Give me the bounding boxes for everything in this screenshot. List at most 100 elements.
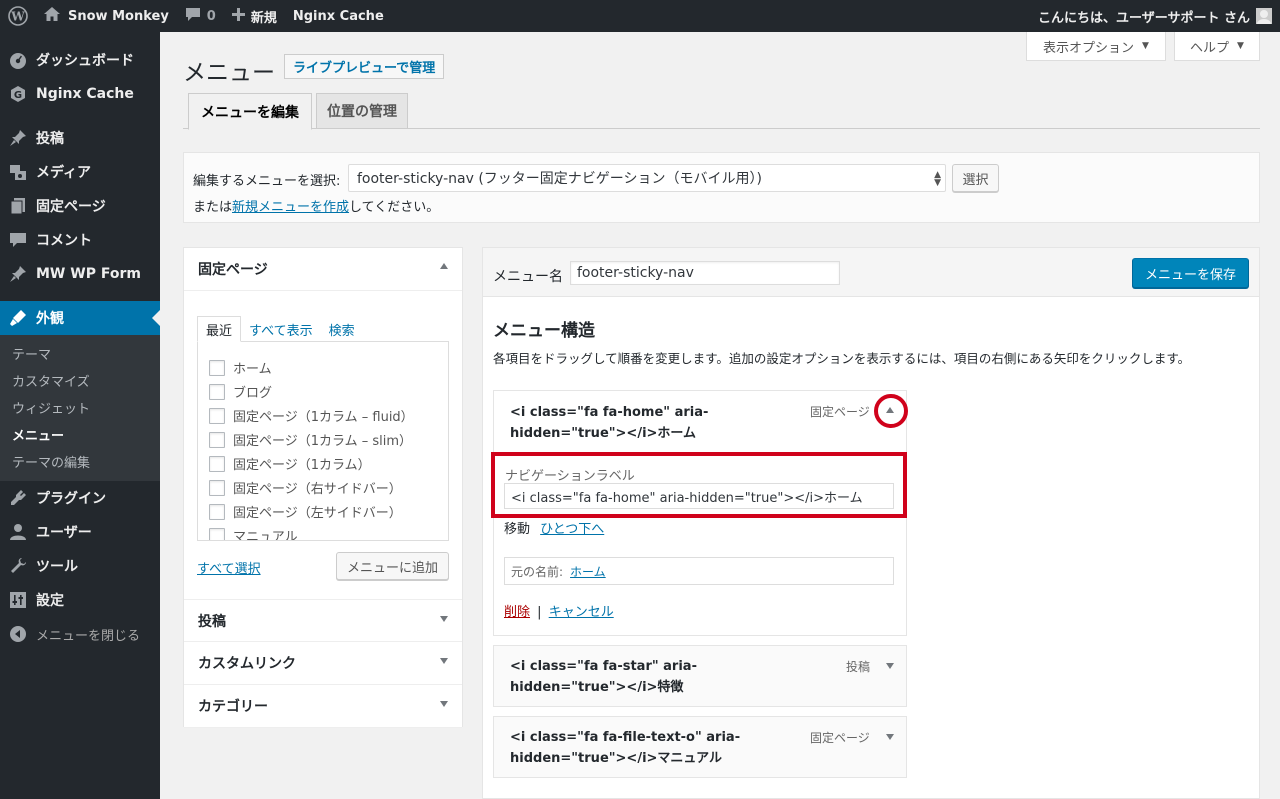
sidebar-item-label: ユーザー bbox=[36, 525, 92, 541]
sidebar-item-posts[interactable]: 投稿 bbox=[0, 121, 160, 155]
accordion-custom-links-header[interactable]: カスタムリンク bbox=[184, 642, 462, 685]
create-new-menu-link[interactable]: 新規メニューを作成 bbox=[232, 200, 349, 215]
sidebar-item-users[interactable]: ユーザー bbox=[0, 515, 160, 549]
list-item[interactable]: ブログ bbox=[209, 382, 272, 401]
page-checkbox[interactable] bbox=[209, 383, 225, 400]
submenu-item-themes[interactable]: テーマ bbox=[0, 340, 160, 367]
admin-bar: W Snow Monkey 0 新規 Nginx Cache こんにちは、ユーザ… bbox=[0, 0, 1280, 32]
dashboard-icon bbox=[8, 50, 28, 70]
list-item[interactable]: マニュアル bbox=[209, 526, 298, 540]
sidebar-item-label: 固定ページ bbox=[36, 199, 106, 215]
caret-down-icon: ▼ bbox=[1237, 41, 1244, 51]
site-name-link[interactable]: Snow Monkey bbox=[36, 0, 177, 32]
comments-link[interactable]: 0 bbox=[177, 0, 224, 32]
accordion-title: 投稿 bbox=[198, 613, 226, 630]
page-checkbox[interactable] bbox=[209, 407, 225, 424]
menu-item-title-line: hidden="true"></i>マニュアル bbox=[510, 751, 723, 766]
sidebar-item-appearance[interactable]: 外観 bbox=[0, 301, 160, 335]
add-to-menu-button[interactable]: メニューに追加 bbox=[336, 552, 449, 580]
menu-item-title-line: <i class="fa fa-star" aria- bbox=[510, 659, 697, 674]
submenu-item-menus[interactable]: メニュー bbox=[0, 421, 160, 448]
move-row: 移動 ひとつ下へ bbox=[504, 518, 604, 537]
submenu-item-theme-editor[interactable]: テーマの編集 bbox=[0, 448, 160, 475]
sidebar-item-tools[interactable]: ツール bbox=[0, 549, 160, 583]
submenu-item-widgets[interactable]: ウィジェット bbox=[0, 394, 160, 421]
sidebar-item-media[interactable]: メディア bbox=[0, 155, 160, 189]
list-item[interactable]: 固定ページ（1カラム – slim） bbox=[209, 430, 412, 449]
list-item[interactable]: 固定ページ（右サイドバー） bbox=[209, 478, 402, 497]
menu-select[interactable]: footer-sticky-nav (フッター固定ナビゲーション（モバイル用）)… bbox=[348, 164, 946, 192]
pin-icon bbox=[8, 264, 28, 284]
arrow-down-icon[interactable] bbox=[886, 663, 894, 669]
create-menu-text: または新規メニューを作成してください。 bbox=[193, 196, 439, 215]
sidebar-item-plugins[interactable]: プラグイン bbox=[0, 481, 160, 515]
new-content-link[interactable]: 新規 bbox=[224, 0, 285, 32]
create-suffix: してください。 bbox=[349, 200, 440, 215]
tab-manage-locations[interactable]: 位置の管理 bbox=[316, 93, 408, 129]
help-button[interactable]: ヘルプ ▼ bbox=[1174, 32, 1260, 61]
page-checkbox[interactable] bbox=[209, 503, 225, 520]
sidebar-item-label: 設定 bbox=[36, 593, 64, 609]
sidebar-item-nginx-cache[interactable]: G Nginx Cache bbox=[0, 77, 160, 111]
sidebar-item-mw-wp-form[interactable]: MW WP Form bbox=[0, 257, 160, 291]
page-checkbox[interactable] bbox=[209, 479, 225, 496]
tool-icon bbox=[8, 556, 28, 576]
page-icon bbox=[8, 196, 28, 216]
menu-item-features[interactable]: <i class="fa fa-star" aria- hidden="true… bbox=[493, 645, 907, 707]
comments-count: 0 bbox=[206, 8, 216, 24]
sidebar-item-settings[interactable]: 設定 bbox=[0, 583, 160, 617]
sidebar-item-dashboard[interactable]: ダッシュボード bbox=[0, 43, 160, 77]
accordion-pages-header[interactable]: 固定ページ bbox=[184, 248, 462, 291]
tab-most-recent[interactable]: 最近 bbox=[197, 316, 242, 342]
item-actions: 削除 | キャンセル bbox=[504, 601, 614, 620]
tab-search[interactable]: 検索 bbox=[321, 316, 363, 342]
cancel-link[interactable]: キャンセル bbox=[549, 605, 614, 620]
sidebar-item-pages[interactable]: 固定ページ bbox=[0, 189, 160, 223]
account-greeting[interactable]: こんにちは、ユーザーサポート さん bbox=[1038, 7, 1250, 26]
page-checkbox[interactable] bbox=[209, 455, 225, 472]
accordion-categories-header[interactable]: カテゴリー bbox=[184, 685, 462, 728]
select-button[interactable]: 選択 bbox=[952, 164, 999, 192]
sidebar-item-label: メニューを閉じる bbox=[36, 628, 141, 644]
pages-list-tabs: 最近 すべて表示 検索 bbox=[197, 316, 363, 342]
highlight-circle bbox=[874, 394, 908, 428]
comment-icon bbox=[8, 230, 28, 250]
save-menu-button[interactable]: メニューを保存 bbox=[1132, 258, 1249, 288]
menu-item-manual[interactable]: <i class="fa fa-file-text-o" aria- hidde… bbox=[493, 716, 907, 778]
tab-edit-menus[interactable]: メニューを編集 bbox=[188, 93, 312, 130]
list-item[interactable]: 固定ページ（左サイドバー） bbox=[209, 502, 402, 521]
page-checkbox[interactable] bbox=[209, 527, 225, 540]
delete-link[interactable]: 削除 bbox=[504, 605, 530, 620]
menu-name-input[interactable]: footer-sticky-nav bbox=[570, 261, 840, 285]
move-down-link[interactable]: ひとつ下へ bbox=[540, 522, 604, 537]
arrow-down-icon[interactable] bbox=[886, 734, 894, 740]
original-name-label: 元の名前: bbox=[511, 564, 564, 579]
menu-item-type: 固定ページ bbox=[810, 731, 870, 745]
tab-view-all[interactable]: すべて表示 bbox=[241, 316, 321, 342]
comment-icon bbox=[185, 7, 201, 26]
page-label: 固定ページ（左サイドバー） bbox=[233, 506, 402, 521]
appearance-icon bbox=[8, 308, 28, 328]
page-checkbox[interactable] bbox=[209, 359, 225, 376]
collapse-icon bbox=[8, 624, 28, 644]
nginx-cache-link[interactable]: Nginx Cache bbox=[285, 0, 392, 32]
original-name-link[interactable]: ホーム bbox=[570, 563, 606, 580]
list-item[interactable]: 固定ページ（1カラム） bbox=[209, 454, 371, 473]
accordion-posts-header[interactable]: 投稿 bbox=[184, 599, 462, 642]
screen-options-button[interactable]: 表示オプション ▼ bbox=[1026, 32, 1166, 61]
sidebar-item-comments[interactable]: コメント bbox=[0, 223, 160, 257]
select-all-link[interactable]: すべて選択 bbox=[197, 558, 261, 577]
svg-text:W: W bbox=[10, 10, 25, 24]
list-item[interactable]: 固定ページ（1カラム – fluid） bbox=[209, 406, 414, 425]
arrow-down-icon bbox=[440, 616, 448, 622]
wordpress-logo-icon[interactable]: W bbox=[0, 0, 36, 32]
page-checkbox[interactable] bbox=[209, 431, 225, 448]
appearance-submenu: テーマ カスタマイズ ウィジェット メニュー テーマの編集 bbox=[0, 335, 160, 481]
caret-down-icon: ▼ bbox=[1142, 41, 1149, 51]
submenu-item-customize[interactable]: カスタマイズ bbox=[0, 367, 160, 394]
sidebar-item-label: Nginx Cache bbox=[36, 86, 134, 102]
avatar[interactable] bbox=[1256, 8, 1272, 24]
live-preview-button[interactable]: ライブプレビューで管理 bbox=[284, 54, 445, 79]
list-item[interactable]: ホーム bbox=[209, 358, 272, 377]
collapse-menu-button[interactable]: メニューを閉じる bbox=[0, 617, 160, 651]
